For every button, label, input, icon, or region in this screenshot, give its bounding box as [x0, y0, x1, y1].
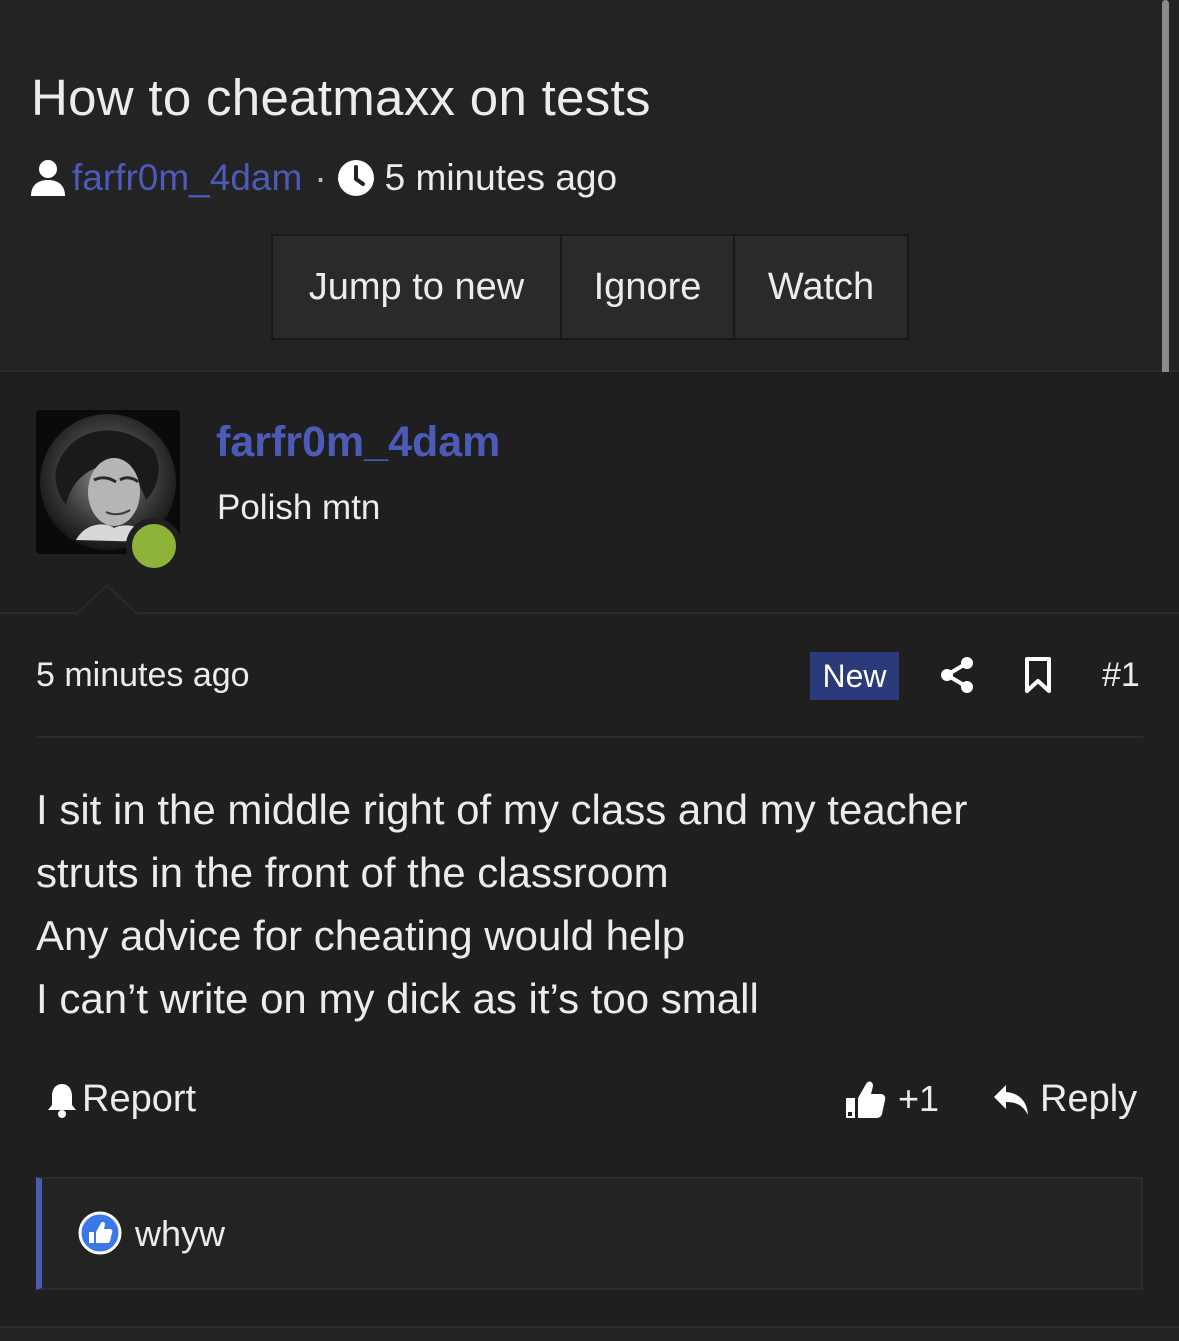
ignore-button[interactable]: Ignore — [562, 236, 733, 338]
post-body-line: I can’t write on my dick as it’s too sma… — [36, 975, 759, 1022]
jump-to-new-button[interactable]: Jump to new — [273, 236, 560, 338]
post-body: I sit in the middle right of my class an… — [36, 778, 1143, 1030]
post-body-line: struts in the front of the classroom — [36, 849, 669, 896]
user-icon — [31, 160, 65, 196]
post-divider — [36, 736, 1143, 738]
watch-button[interactable]: Watch — [735, 236, 907, 338]
like-button[interactable]: +1 — [844, 1078, 939, 1120]
post-action-bar: Report +1 Reply — [36, 1078, 1143, 1132]
share-icon[interactable] — [940, 656, 974, 694]
thread-meta: farfr0m_4dam · 5 minutes ago — [30, 155, 617, 201]
reply-icon — [994, 1084, 1028, 1115]
online-status-dot — [126, 518, 182, 574]
post-body-line: I sit in the middle right of my class an… — [36, 786, 968, 833]
thumbs-up-icon — [846, 1081, 886, 1118]
post-number-link[interactable]: #1 — [1102, 656, 1140, 695]
thread-header: How to cheatmaxx on tests farfr0m_4dam ·… — [0, 0, 1179, 372]
like-reaction-icon — [78, 1211, 122, 1255]
post-username-link[interactable]: farfr0m_4dam — [216, 418, 500, 467]
like-count: +1 — [898, 1078, 940, 1119]
post-user-block — [0, 372, 1179, 614]
thread-action-buttons: Jump to new Ignore Watch — [271, 234, 909, 340]
thread-title: How to cheatmaxx on tests — [31, 69, 651, 126]
post-body-line: Any advice for cheating would help — [36, 912, 686, 959]
reply-label: Reply — [1040, 1078, 1138, 1120]
page-scrollbar[interactable] — [1162, 0, 1169, 384]
user-title: Polish mtn — [217, 488, 381, 527]
report-label: Report — [82, 1078, 197, 1120]
post-meta-row: 5 minutes ago New #1 — [36, 650, 1143, 702]
bell-icon — [48, 1083, 76, 1118]
thread-author-link[interactable]: farfr0m_4dam — [72, 157, 302, 199]
clock-icon — [337, 160, 374, 196]
report-button[interactable]: Report — [46, 1078, 196, 1121]
next-post-edge — [0, 1326, 1179, 1341]
post-time-link[interactable]: 5 minutes ago — [36, 656, 250, 695]
reaction-user[interactable]: whyw — [135, 1213, 225, 1255]
meta-separator: · — [314, 157, 327, 198]
thread-time: 5 minutes ago — [384, 157, 618, 198]
reply-button[interactable]: Reply — [992, 1078, 1137, 1121]
bookmark-icon[interactable] — [1024, 656, 1052, 694]
new-badge: New — [810, 652, 899, 700]
reactions-bar[interactable]: whyw — [36, 1177, 1143, 1290]
